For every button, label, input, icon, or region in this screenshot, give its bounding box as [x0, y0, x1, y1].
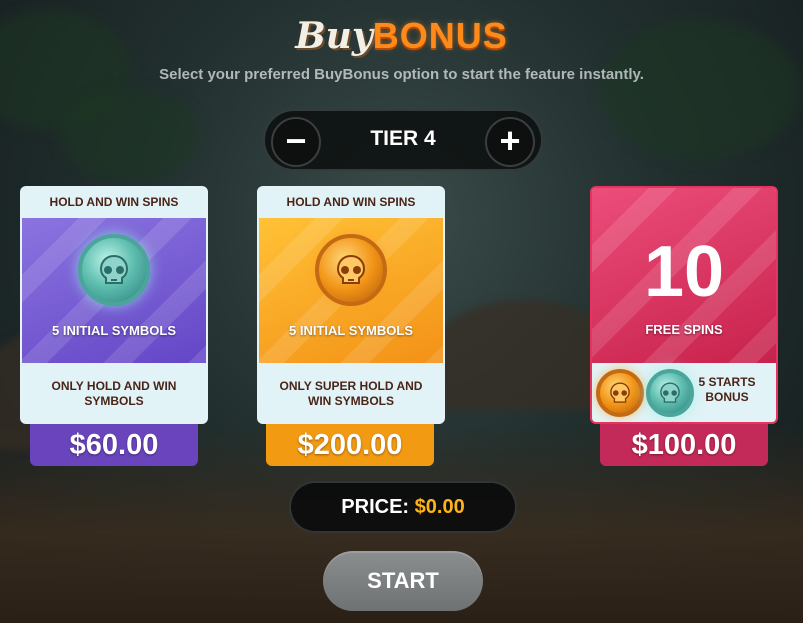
total-price-display: PRICE: $0.00: [289, 481, 517, 533]
bonus-card-super-hold-and-win[interactable]: HOLD AND WIN SPINS 5 INITIAL SYMBOLS ONL…: [257, 186, 445, 424]
card-footer: 5 STARTS BONUS: [592, 363, 776, 422]
price-tag-hold-and-win[interactable]: $60.00: [30, 424, 198, 466]
bonus-card-free-spins[interactable]: 10 FREE SPINS 5 STARTS BONUS: [590, 186, 778, 424]
start-button[interactable]: START: [323, 551, 483, 611]
bonus-starts-label: 5 STARTS BONUS: [698, 375, 756, 404]
card-header: HOLD AND WIN SPINS: [286, 195, 416, 209]
card-mid-label: 5 INITIAL SYMBOLS: [52, 323, 176, 338]
tier-increase-button[interactable]: +: [485, 117, 535, 167]
title-bonus-text: BONUS: [372, 15, 508, 56]
price-tag-free-spins[interactable]: $100.00: [600, 424, 768, 466]
card-mid-label: 5 INITIAL SYMBOLS: [289, 323, 413, 338]
card-header: HOLD AND WIN SPINS: [49, 195, 179, 209]
gold-skull-coin-icon: [315, 234, 387, 306]
gold-skull-coin-icon: [596, 369, 644, 417]
price-tag-super-hold-and-win[interactable]: $200.00: [266, 424, 434, 466]
buy-bonus-title: BuyBONUS: [0, 14, 803, 58]
title-buy-text: Buy: [295, 15, 373, 57]
card-mid-label: FREE SPINS: [645, 322, 723, 337]
card-footer: ONLY SUPER HOLD AND WIN SYMBOLS: [279, 378, 423, 408]
free-spins-count: 10: [643, 232, 725, 312]
price-label: PRICE:: [341, 496, 410, 518]
card-feature-panel: 10 FREE SPINS: [592, 188, 776, 363]
price-value: $0.00: [414, 496, 465, 518]
card-feature-panel: 5 INITIAL SYMBOLS: [259, 218, 443, 363]
card-footer: ONLY HOLD AND WIN SYMBOLS: [51, 378, 177, 408]
bonus-card-hold-and-win[interactable]: HOLD AND WIN SPINS 5 INITIAL SYMBOLS ONL…: [20, 186, 208, 424]
tier-selector: − TIER 4 +: [263, 109, 543, 171]
subtitle: Select your preferred BuyBonus option to…: [159, 66, 644, 83]
card-feature-panel: 5 INITIAL SYMBOLS: [22, 218, 206, 363]
teal-skull-coin-icon: [78, 234, 150, 306]
